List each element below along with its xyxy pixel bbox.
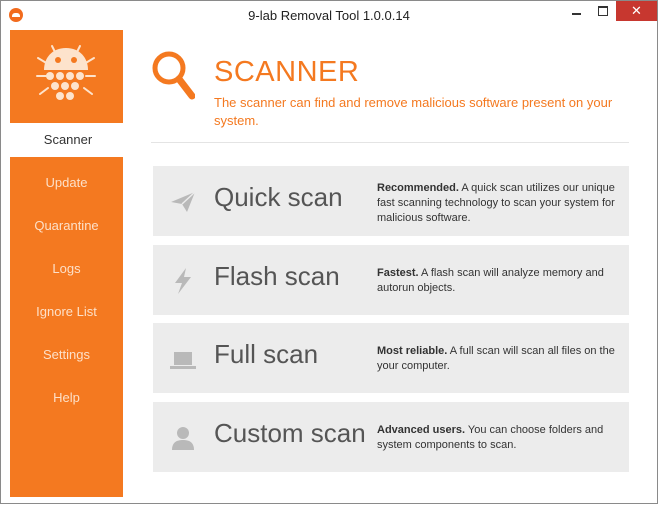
maximize-button[interactable] bbox=[590, 1, 616, 21]
page-title: SCANNER bbox=[214, 56, 360, 88]
flash-scan-description: Fastest. A flash scan will analyze memor… bbox=[377, 267, 604, 294]
minimize-button[interactable] bbox=[563, 1, 590, 21]
flash-scan-button[interactable]: Flash scan Fastest. A flash scan will an… bbox=[153, 245, 629, 315]
full-scan-description: Most reliable. A full scan will scan all… bbox=[377, 345, 615, 372]
sidebar-item-update[interactable]: Update bbox=[10, 166, 123, 200]
sidebar-item-logs[interactable]: Logs bbox=[10, 252, 123, 286]
page-description: The scanner can find and remove maliciou… bbox=[214, 95, 613, 128]
bug-logo-icon bbox=[36, 45, 96, 100]
custom-scan-title: Custom scan bbox=[214, 418, 366, 448]
header-divider bbox=[151, 142, 629, 143]
quick-scan-description: Recommended. A quick scan utilizes our u… bbox=[377, 182, 615, 224]
full-scan-button[interactable]: Full scan Most reliable. A full scan wil… bbox=[153, 323, 629, 393]
paper-plane-icon bbox=[171, 191, 196, 212]
window-title: 9-lab Removal Tool 1.0.0.14 bbox=[248, 8, 410, 23]
sidebar-item-scanner[interactable]: Scanner bbox=[10, 123, 126, 157]
minimize-icon bbox=[572, 13, 581, 15]
full-scan-title: Full scan bbox=[214, 339, 319, 369]
sidebar-item-ignore-list[interactable]: Ignore List bbox=[10, 295, 123, 329]
laptop-icon bbox=[170, 352, 196, 369]
sidebar-item-settings[interactable]: Settings bbox=[10, 338, 123, 372]
sidebar-item-quarantine[interactable]: Quarantine bbox=[10, 209, 123, 243]
sidebar: Scanner Update Quarantine Logs Ignore Li… bbox=[10, 30, 126, 497]
magnifier-icon bbox=[152, 51, 195, 100]
quick-scan-title: Quick scan bbox=[214, 182, 343, 212]
close-button[interactable]: ✕ bbox=[616, 1, 657, 21]
quick-scan-button[interactable]: Quick scan Recommended. A quick scan uti… bbox=[153, 166, 629, 236]
flash-scan-title: Flash scan bbox=[214, 261, 340, 291]
app-window: 9-lab Removal Tool 1.0.0.14 ✕ Scanner Up… bbox=[0, 0, 658, 504]
user-icon bbox=[172, 427, 194, 450]
maximize-icon bbox=[598, 6, 608, 16]
custom-scan-description: Advanced users. You can choose folders a… bbox=[377, 424, 604, 451]
custom-scan-button[interactable]: Custom scan Advanced users. You can choo… bbox=[153, 402, 629, 472]
sidebar-item-help[interactable]: Help bbox=[10, 381, 123, 415]
close-icon: ✕ bbox=[631, 3, 642, 18]
title-bar[interactable]: 9-lab Removal Tool 1.0.0.14 ✕ bbox=[1, 1, 657, 30]
lightning-icon bbox=[175, 268, 191, 294]
